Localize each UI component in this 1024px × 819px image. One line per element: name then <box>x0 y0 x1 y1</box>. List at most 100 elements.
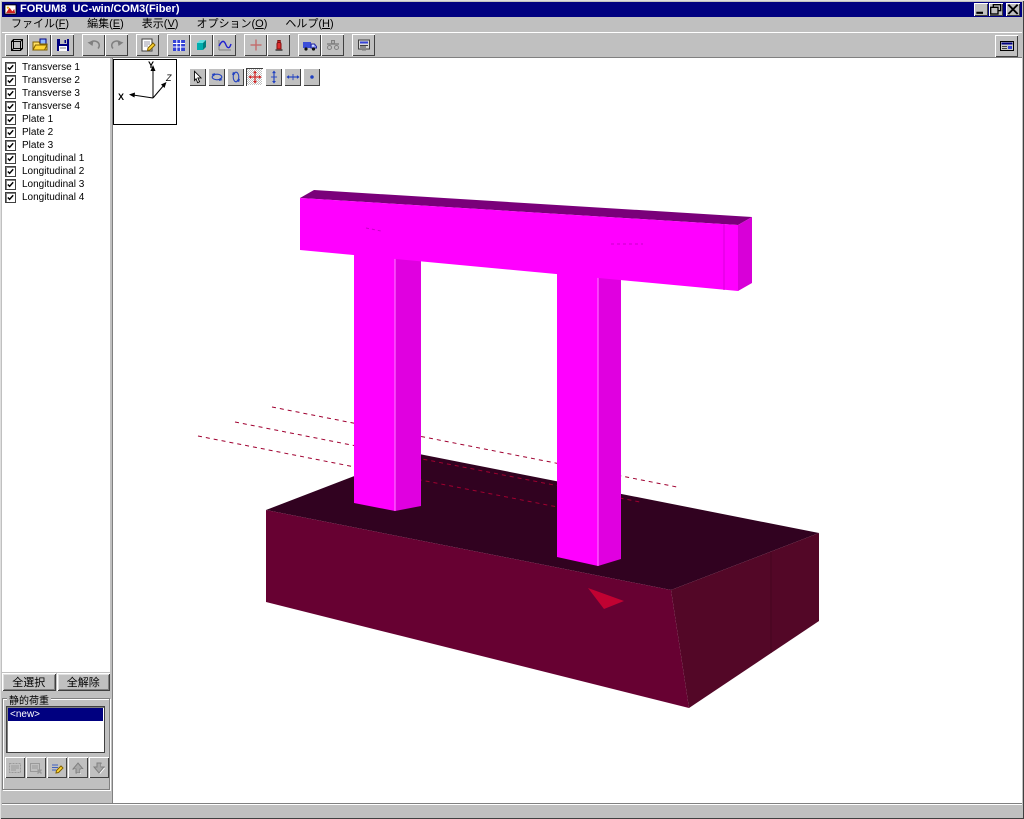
layer-row[interactable]: Transverse 1 <box>5 61 110 74</box>
undo-button[interactable] <box>82 34 105 56</box>
menu-edit[interactable]: 編集(E) <box>78 17 133 32</box>
static-load-group: 静的荷重 <new> <box>2 698 110 790</box>
pointer-icon <box>191 70 205 84</box>
select-pointer-button[interactable] <box>189 68 206 86</box>
menu-view[interactable]: 表示(V) <box>133 17 188 32</box>
checkbox-checked-icon[interactable] <box>5 153 16 164</box>
layer-row[interactable]: Plate 3 <box>5 139 110 152</box>
solid-view-button[interactable] <box>190 34 213 56</box>
restore-button[interactable] <box>989 3 1003 16</box>
close-button[interactable] <box>1006 3 1020 16</box>
layer-label: Transverse 3 <box>22 88 80 99</box>
checkbox-checked-icon[interactable] <box>5 179 16 190</box>
screen-icon <box>999 38 1015 54</box>
pan-horizontal-button[interactable] <box>284 68 301 86</box>
move-up-button[interactable] <box>68 757 88 778</box>
pan-vertical-button[interactable] <box>265 68 282 86</box>
load-point-button[interactable] <box>267 34 290 56</box>
checkbox-checked-icon[interactable] <box>5 127 16 138</box>
redo-button[interactable] <box>105 34 128 56</box>
undo-icon <box>86 37 102 53</box>
window-title: FORUM8 UC-win/COM3(Fiber) <box>20 2 180 17</box>
screen-settings-button[interactable] <box>995 35 1018 57</box>
layer-row[interactable]: Longitudinal 2 <box>5 165 110 178</box>
close-icon <box>1007 4 1019 15</box>
section-curve-button[interactable] <box>213 34 236 56</box>
pencil-icon <box>50 761 64 775</box>
layer-label: Plate 1 <box>22 114 53 125</box>
grid-icon <box>171 37 187 53</box>
checkbox-checked-icon[interactable] <box>5 140 16 151</box>
floppy-icon <box>55 37 71 53</box>
report-view-button[interactable] <box>352 34 375 56</box>
checkbox-checked-icon[interactable] <box>5 192 16 203</box>
truck-icon <box>302 37 318 53</box>
move-view-button[interactable] <box>246 68 263 86</box>
checkbox-checked-icon[interactable] <box>5 101 16 112</box>
menu-file[interactable]: ファイル(F) <box>2 17 78 32</box>
axle-icon <box>325 37 341 53</box>
layer-row[interactable]: Plate 1 <box>5 113 110 126</box>
layer-row[interactable]: Longitudinal 1 <box>5 152 110 165</box>
app-icon <box>4 3 17 16</box>
layer-row[interactable]: Plate 2 <box>5 126 110 139</box>
marker-cross-button[interactable] <box>244 34 267 56</box>
footing <box>198 407 819 708</box>
checkbox-checked-icon[interactable] <box>5 62 16 73</box>
deselect-all-button[interactable]: 全解除 <box>57 673 111 691</box>
solid-cube-icon <box>194 37 210 53</box>
restore-icon <box>990 4 1002 15</box>
layer-row[interactable]: Longitudinal 4 <box>5 191 110 204</box>
move-down-button[interactable] <box>89 757 109 778</box>
layer-label: Transverse 2 <box>22 75 80 86</box>
checkbox-checked-icon[interactable] <box>5 88 16 99</box>
load-case-item[interactable]: <new> <box>8 708 103 721</box>
minimize-button[interactable] <box>974 3 988 16</box>
edit-load-case-button[interactable] <box>47 757 67 778</box>
delete-load-case-button[interactable] <box>26 757 46 778</box>
vehicle-load-button[interactable] <box>298 34 321 56</box>
menu-options[interactable]: オプション(O) <box>187 17 276 32</box>
menu-help[interactable]: ヘルプ(H) <box>276 17 342 32</box>
viewport-3d[interactable]: Y X Z <box>112 57 1022 804</box>
layer-row[interactable]: Transverse 2 <box>5 74 110 87</box>
pier-column-right <box>557 266 621 566</box>
axis-x-label: X <box>118 92 124 102</box>
wireframe-cube-icon <box>9 37 25 53</box>
axle-load-button[interactable] <box>321 34 344 56</box>
pier-column-left <box>354 251 421 511</box>
move-icon <box>248 70 262 84</box>
axis-indicator: Y X Z <box>113 59 177 125</box>
axis-y-label: Y <box>148 60 154 70</box>
checkbox-checked-icon[interactable] <box>5 166 16 177</box>
checkbox-checked-icon[interactable] <box>5 114 16 125</box>
rotate-axis-button[interactable] <box>227 68 244 86</box>
curve-icon <box>217 37 233 53</box>
minimize-icon <box>975 4 987 15</box>
edit-data-button[interactable] <box>136 34 159 56</box>
pier-model-scene[interactable] <box>113 58 1021 803</box>
axis-z-label: Z <box>165 73 172 83</box>
load-case-list[interactable]: <new> <box>6 706 105 753</box>
add-load-case-button[interactable] <box>5 757 25 778</box>
open-button[interactable] <box>28 34 51 56</box>
arrow-up-icon <box>71 761 85 775</box>
cross-icon <box>248 37 264 53</box>
rotate-free-button[interactable] <box>208 68 225 86</box>
checkbox-checked-icon[interactable] <box>5 75 16 86</box>
point-mark-button[interactable] <box>303 68 320 86</box>
layer-row[interactable]: Transverse 4 <box>5 100 110 113</box>
layer-row[interactable]: Transverse 3 <box>5 87 110 100</box>
layer-label: Transverse 1 <box>22 62 80 73</box>
form-pencil-icon <box>140 37 156 53</box>
grid-view-button[interactable] <box>167 34 190 56</box>
redo-icon <box>109 37 125 53</box>
new-model-button[interactable] <box>5 34 28 56</box>
menubar: ファイル(F) 編集(E) 表示(V) オプション(O) ヘルプ(H) <box>2 17 1022 32</box>
pan-vertical-icon <box>267 70 281 84</box>
save-button[interactable] <box>51 34 74 56</box>
titlebar: FORUM8 UC-win/COM3(Fiber) <box>2 2 1022 17</box>
select-all-button[interactable]: 全選択 <box>2 673 56 691</box>
layer-row[interactable]: Longitudinal 3 <box>5 178 110 191</box>
monitor-icon <box>356 37 372 53</box>
